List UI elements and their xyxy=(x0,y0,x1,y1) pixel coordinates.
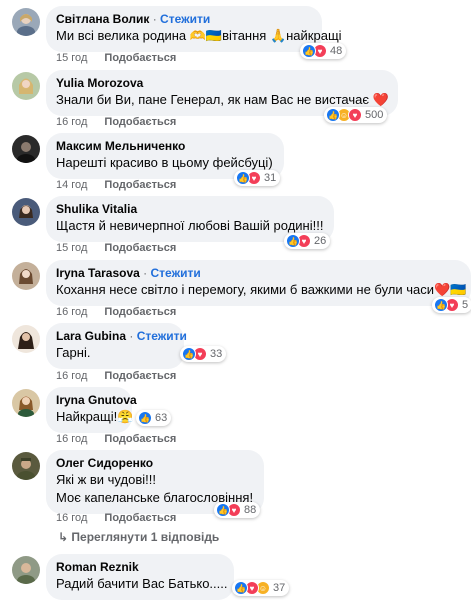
comment-text: Щастя й невичерпної любові Вашій родині!… xyxy=(56,218,324,233)
reaction-count: 500 xyxy=(365,109,384,121)
follow-link[interactable]: Стежити xyxy=(151,266,201,280)
like-reaction-icon: 👍 xyxy=(138,411,152,425)
like-reaction-icon: 👍 xyxy=(234,581,248,595)
avatar[interactable] xyxy=(12,72,40,100)
reaction-count: 26 xyxy=(314,235,327,247)
reaction-summary[interactable]: 👍 63 xyxy=(136,410,172,426)
author-name[interactable]: Roman Reznik xyxy=(56,560,139,574)
reaction-summary[interactable]: 👍 ♥ 26 xyxy=(284,233,331,249)
comment-text: Кохання несе світло і перемогу, якими б … xyxy=(56,282,467,297)
avatar[interactable] xyxy=(12,389,40,417)
comment-text: Які ж ви чудові!!! xyxy=(56,472,156,487)
follow-link[interactable]: Стежити xyxy=(160,12,210,26)
author-name[interactable]: Shulika Vitalia xyxy=(56,202,137,216)
like-button[interactable]: Подобається xyxy=(104,512,176,524)
author-name[interactable]: Iryna Tarasova xyxy=(56,266,140,280)
like-reaction-icon: 👍 xyxy=(434,298,448,312)
like-reaction-icon: 👍 xyxy=(216,503,230,517)
comment-bubble: Roman Reznik Радий бачити Вас Батько....… xyxy=(46,554,234,600)
comment-text: Радий бачити Вас Батько..... xyxy=(56,576,228,591)
author-name[interactable]: Lara Gubina xyxy=(56,329,126,343)
reaction-count: 31 xyxy=(264,172,277,184)
like-button[interactable]: Подобається xyxy=(104,306,176,318)
comment-time[interactable]: 16 год xyxy=(56,433,87,445)
like-button[interactable]: Подобається xyxy=(104,433,176,445)
like-reaction-icon: 👍 xyxy=(302,44,316,58)
like-button[interactable]: Подобається xyxy=(104,52,176,64)
love-reaction-icon: ♥ xyxy=(348,108,362,122)
comment-bubble: Lara Gubina · Стежити Гарні. xyxy=(46,323,187,369)
reaction-summary[interactable]: 👍 ♥ 48 xyxy=(300,43,347,59)
avatar[interactable] xyxy=(12,556,40,584)
like-button[interactable]: Подобається xyxy=(104,116,176,128)
reaction-count: 33 xyxy=(210,348,223,360)
like-reaction-icon: 👍 xyxy=(326,108,340,122)
avatar[interactable] xyxy=(12,198,40,226)
like-reaction-icon: 👍 xyxy=(182,347,196,361)
reaction-count: 5 xyxy=(462,299,469,311)
comment-text: Ми всі велика родина 🫶🇺🇦вітання 🙏найкращ… xyxy=(56,28,342,43)
view-replies-link[interactable]: ↳ Переглянути 1 відповідь xyxy=(58,530,219,544)
like-reaction-icon: 👍 xyxy=(286,234,300,248)
avatar[interactable] xyxy=(12,452,40,480)
reply-arrow-icon: ↳ xyxy=(58,530,69,544)
comment-bubble: Iryna Tarasova · Стежити Кохання несе св… xyxy=(46,260,471,306)
reaction-summary[interactable]: 👍 ♥ ☺ 37 xyxy=(232,580,290,596)
like-button[interactable]: Подобається xyxy=(104,242,176,254)
like-reaction-icon: 👍 xyxy=(236,171,250,185)
comment-bubble: Iryna Gnutova Найкращі!😤 xyxy=(46,387,137,433)
author-name[interactable]: Олег Сидоренко xyxy=(56,456,153,470)
avatar[interactable] xyxy=(12,8,40,36)
reaction-summary[interactable]: 👍 ☺ ♥ 500 xyxy=(324,107,388,123)
author-name[interactable]: Iryna Gnutova xyxy=(56,393,137,407)
comment-text: Гарні. xyxy=(56,345,91,360)
author-name[interactable]: Максим Мельниченко xyxy=(56,139,185,153)
reaction-summary[interactable]: 👍 ♥ 88 xyxy=(214,502,261,518)
author-name[interactable]: Світлана Волик xyxy=(56,12,149,26)
like-button[interactable]: Подобається xyxy=(104,179,176,191)
follow-link[interactable]: Стежити xyxy=(137,329,187,343)
comment-time[interactable]: 16 год xyxy=(56,116,87,128)
comment-text: Найкращі!😤 xyxy=(56,409,134,424)
comment-time[interactable]: 14 год xyxy=(56,179,87,191)
reaction-summary[interactable]: 👍 ♥ 31 xyxy=(234,170,281,186)
comment-time[interactable]: 16 год xyxy=(56,306,87,318)
reaction-summary[interactable]: 👍 ♥ 5 xyxy=(432,297,471,313)
comment-bubble: Світлана Волик · Стежити Ми всі велика р… xyxy=(46,6,342,52)
author-name[interactable]: Yulia Morozova xyxy=(56,76,143,90)
like-button[interactable]: Подобається xyxy=(104,370,176,382)
avatar[interactable] xyxy=(12,262,40,290)
comment-time[interactable]: 15 год xyxy=(56,242,87,254)
reaction-count: 48 xyxy=(330,45,343,57)
avatar[interactable] xyxy=(12,135,40,163)
comment-time[interactable]: 16 год xyxy=(56,370,87,382)
reaction-count: 88 xyxy=(244,504,257,516)
reaction-count: 63 xyxy=(155,412,168,424)
avatar[interactable] xyxy=(12,325,40,353)
reaction-count: 37 xyxy=(273,582,286,594)
view-replies-label: Переглянути 1 відповідь xyxy=(71,530,220,544)
comment-time[interactable]: 16 год xyxy=(56,512,87,524)
comment-time[interactable]: 15 год xyxy=(56,52,87,64)
reaction-summary[interactable]: 👍 ♥ 33 xyxy=(180,346,227,362)
